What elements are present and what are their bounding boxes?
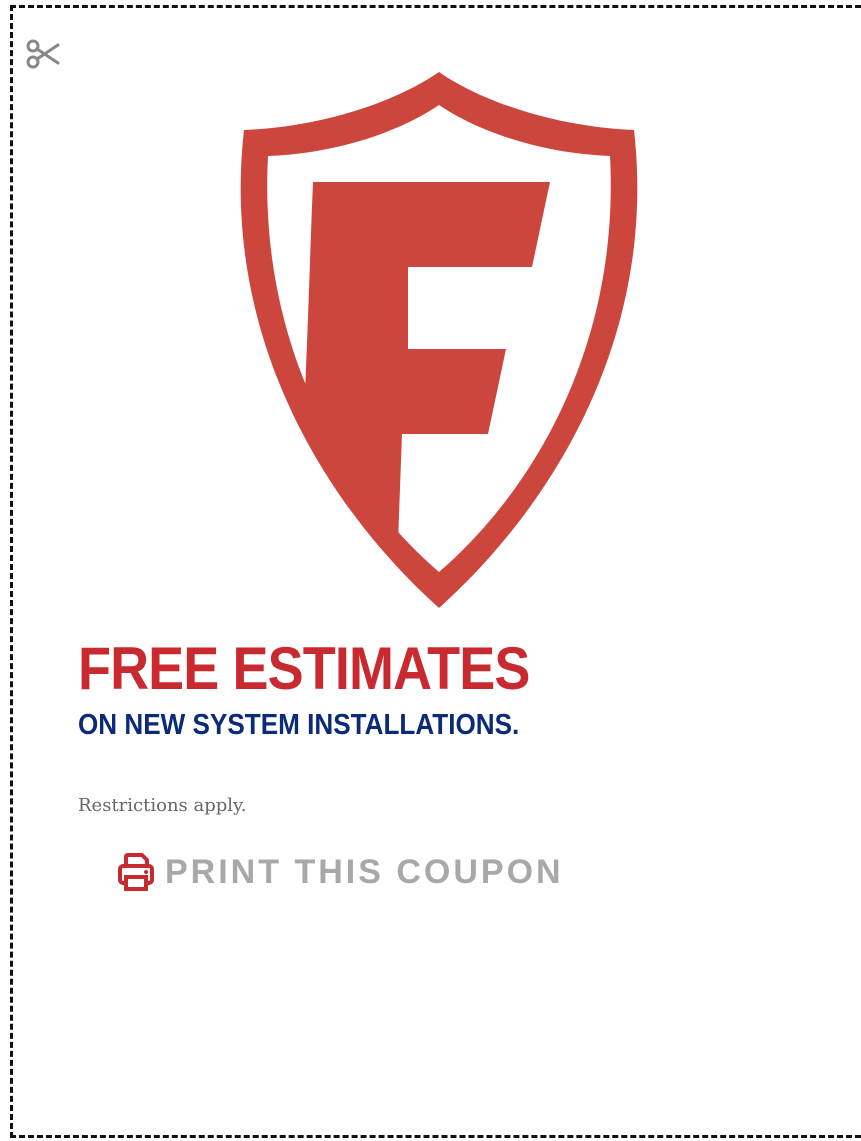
print-coupon-label: PRINT THIS COUPON xyxy=(165,852,564,891)
shield-logo xyxy=(240,72,638,608)
subheadline: ON NEW SYSTEM INSTALLATIONS. xyxy=(78,709,520,741)
headline: FREE ESTIMATES xyxy=(78,635,530,702)
restrictions-text: Restrictions apply. xyxy=(78,795,247,816)
printer-icon xyxy=(118,853,154,891)
scissors-icon xyxy=(26,39,60,69)
print-coupon-button[interactable]: PRINT THIS COUPON xyxy=(117,850,564,894)
